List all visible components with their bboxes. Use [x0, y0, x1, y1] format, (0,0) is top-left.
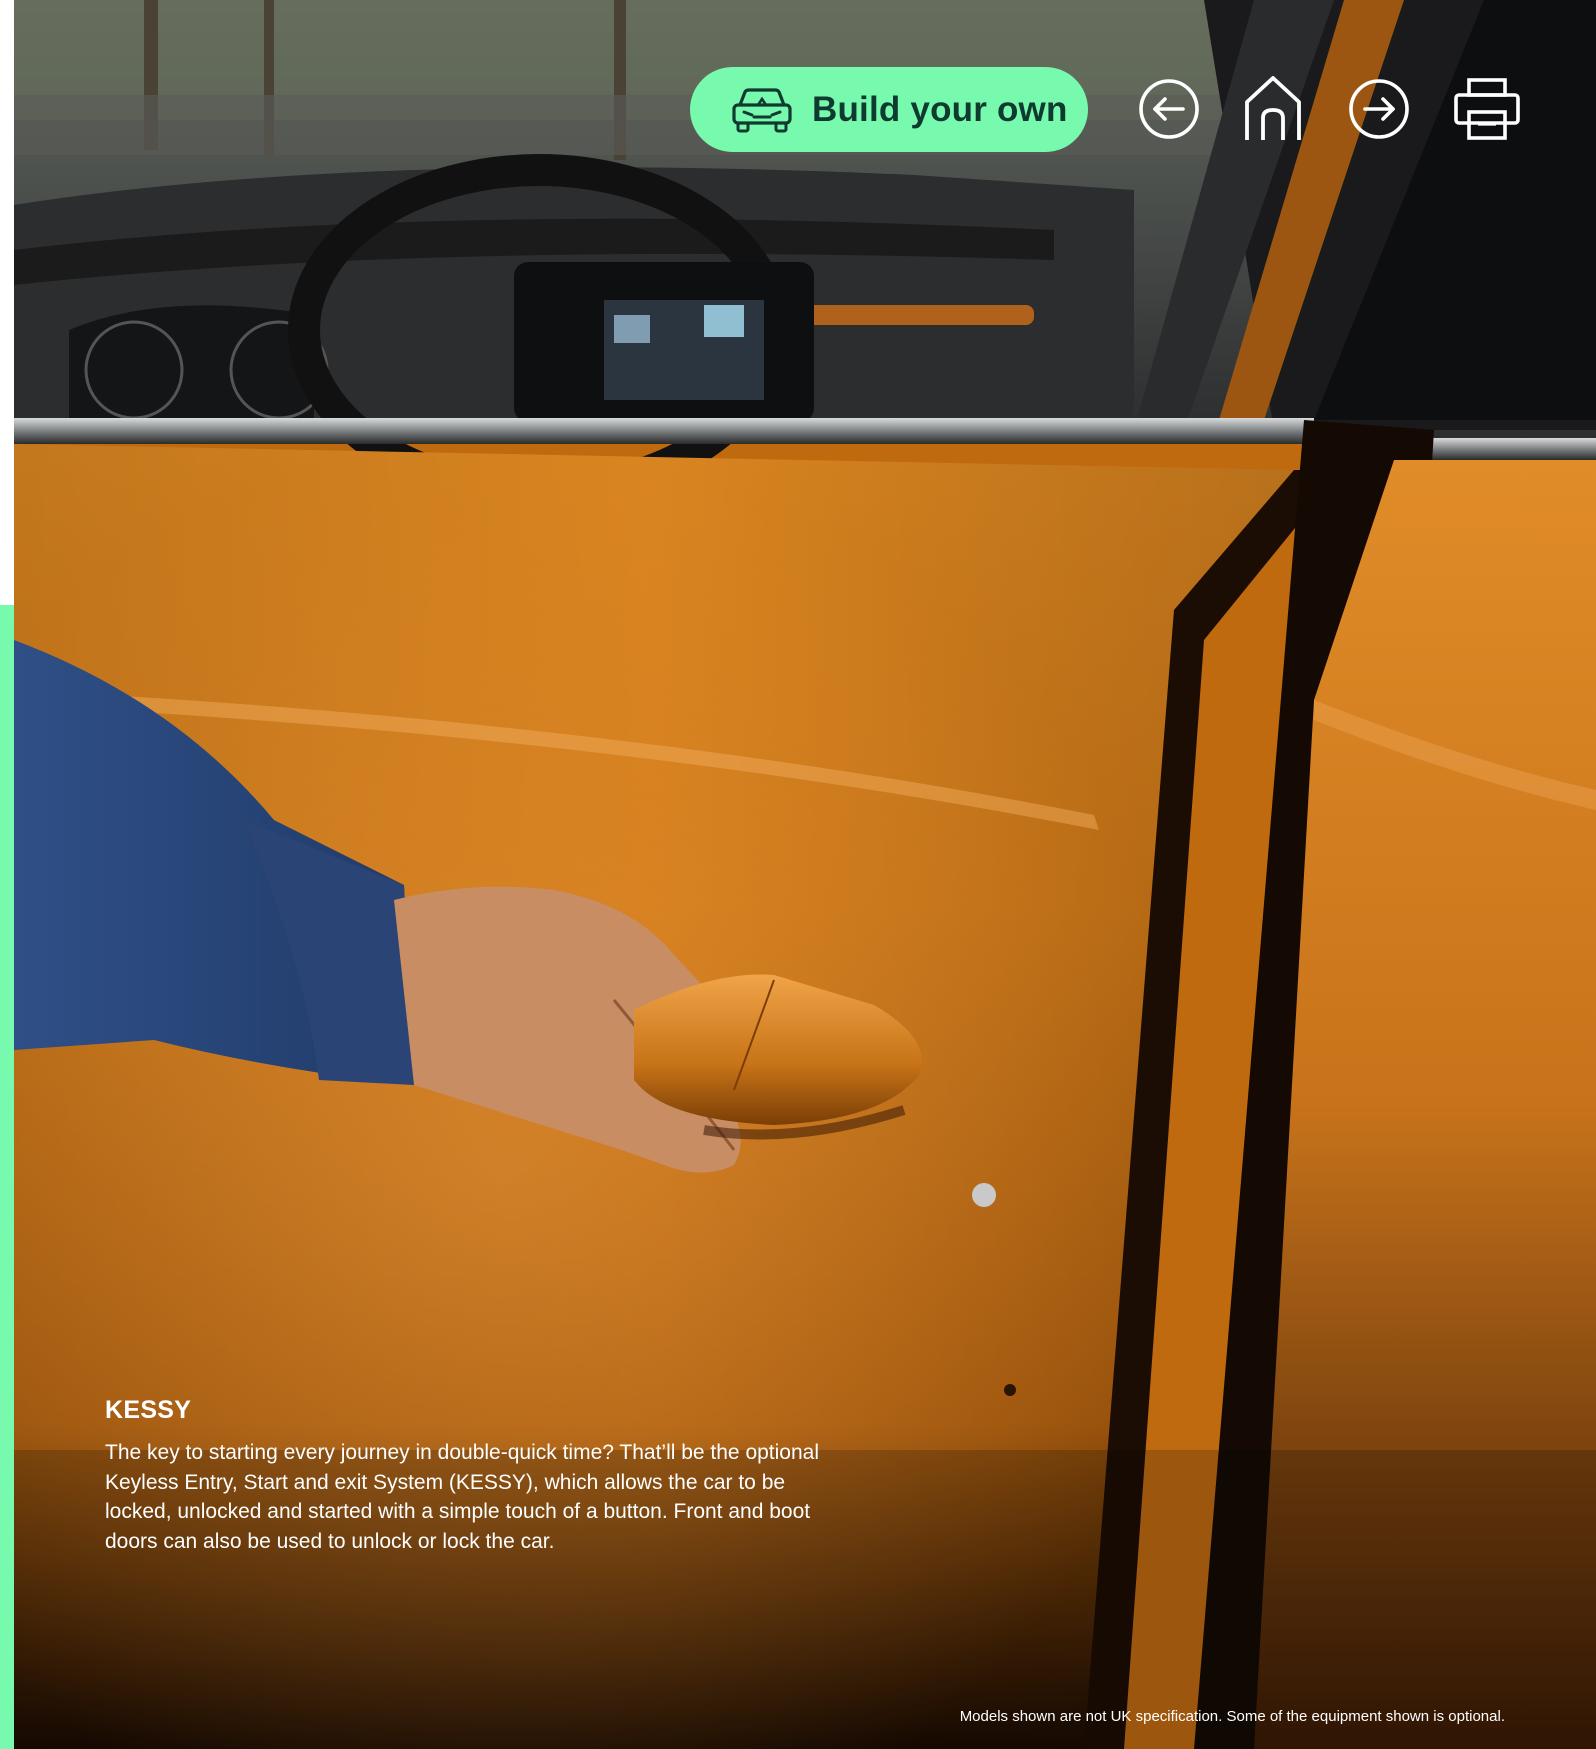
feature-heading: KESSY	[105, 1396, 192, 1424]
home-icon	[1245, 76, 1301, 140]
previous-page-button[interactable]	[1136, 76, 1202, 142]
car-front-icon	[732, 87, 792, 132]
feature-text-block: KESSY The key to starting every journey …	[105, 1396, 825, 1556]
home-button[interactable]	[1241, 74, 1305, 144]
next-page-button[interactable]	[1346, 76, 1412, 142]
printer-icon	[1454, 78, 1520, 140]
build-your-own-label: Build your own	[812, 89, 1068, 129]
arrow-right-circle-icon	[1349, 79, 1409, 139]
disclaimer-text: Models shown are not UK specification. S…	[959, 1708, 1505, 1725]
feature-description: The key to starting every journey in dou…	[105, 1441, 820, 1553]
print-button[interactable]	[1452, 76, 1522, 142]
page-edge-white	[0, 0, 14, 605]
arrow-left-circle-icon	[1139, 79, 1199, 139]
page-edge-accent	[0, 605, 14, 1749]
brochure-page: Build your own KESSY The key to starting…	[14, 0, 1596, 1749]
build-your-own-button[interactable]: Build your own	[690, 67, 1088, 152]
